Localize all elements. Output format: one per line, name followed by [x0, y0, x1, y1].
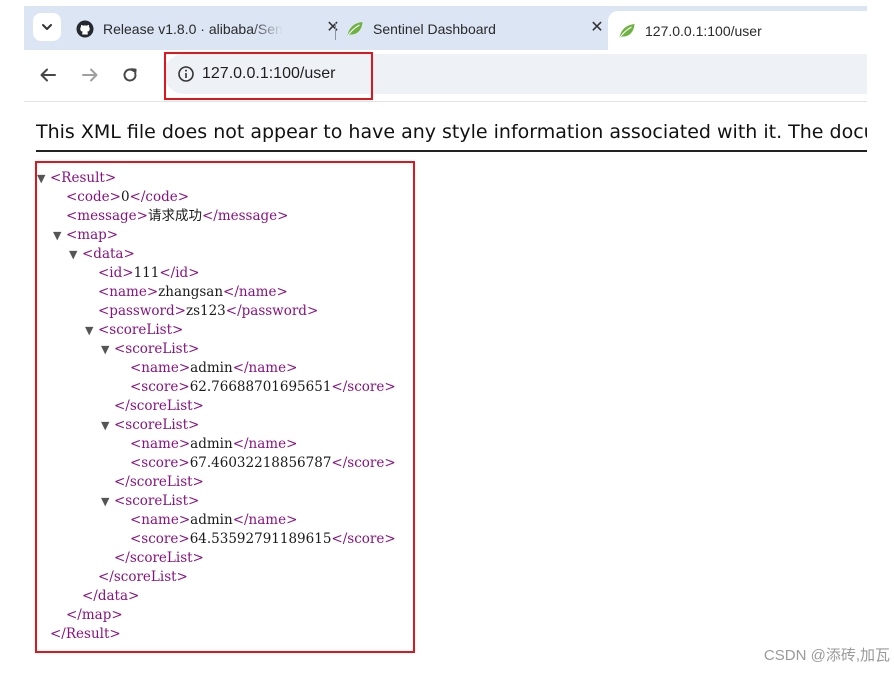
- xml-highlight-box: [35, 161, 415, 653]
- tab-title: Sentinel Dashboard: [373, 20, 496, 37]
- reload-button[interactable]: [118, 63, 142, 87]
- tab-sentinel-dashboard[interactable]: Sentinel Dashboard ✕: [346, 11, 612, 46]
- chevron-down-icon: [42, 24, 52, 30]
- toolbar-divider: [24, 101, 867, 102]
- browser-toolbar: 127.0.0.1:100/user: [24, 50, 867, 100]
- close-tab-icon[interactable]: ✕: [324, 19, 342, 37]
- reload-icon: [123, 68, 137, 82]
- tab-github-release[interactable]: Release v1.8.0 · alibaba/Sentinel ✕: [76, 11, 340, 46]
- tab-separator: [335, 22, 336, 40]
- tab-strip: Release v1.8.0 · alibaba/Sentinel ✕ Sent…: [24, 6, 891, 50]
- github-icon: [76, 20, 94, 38]
- leaf-icon: [618, 22, 636, 40]
- back-button[interactable]: [36, 63, 60, 87]
- xml-style-notice: This XML file does not appear to have an…: [36, 120, 867, 152]
- arrow-left-icon: [40, 68, 56, 82]
- close-tab-icon[interactable]: ✕: [588, 19, 606, 37]
- page-edge: [867, 0, 894, 673]
- tab-title: 127.0.0.1:100/user: [645, 22, 762, 39]
- tab-active-user[interactable]: 127.0.0.1:100/user ✕: [608, 11, 891, 50]
- watermark: CSDN @添砖,加瓦: [763, 647, 890, 664]
- tab-search-dropdown[interactable]: [33, 13, 61, 41]
- leaf-icon: [346, 20, 364, 38]
- tab-title: Release v1.8.0 · alibaba/Sentinel: [103, 20, 283, 37]
- forward-button[interactable]: [78, 63, 102, 87]
- url-highlight-box: [164, 52, 373, 100]
- arrow-right-icon: [82, 68, 98, 82]
